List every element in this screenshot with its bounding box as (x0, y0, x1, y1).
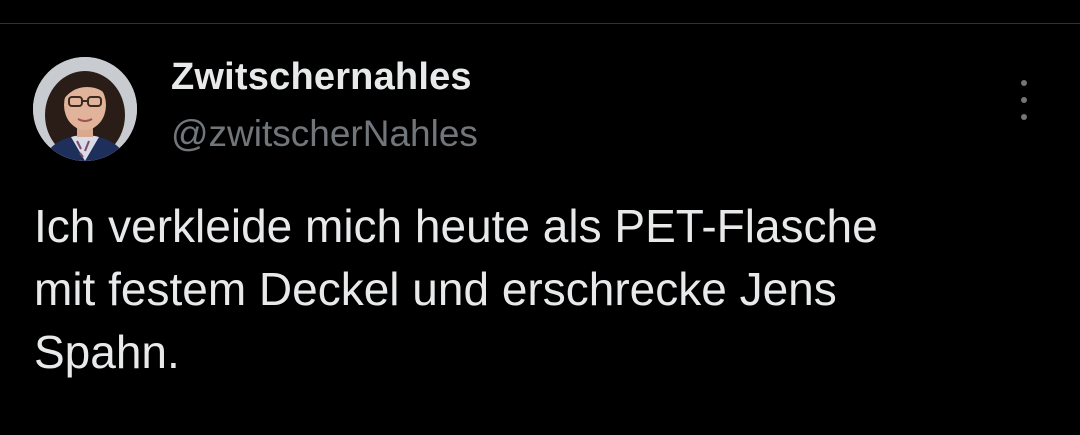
tweet-text: Ich verkleide mich heute als PET-Flasche… (34, 200, 878, 378)
user-handle[interactable]: @zwitscherNahles (171, 113, 478, 155)
avatar[interactable] (33, 57, 137, 161)
more-dot (1021, 80, 1027, 86)
more-dot (1021, 114, 1027, 120)
display-name[interactable]: Zwitschernahles (171, 56, 472, 99)
tweet-card[interactable]: Zwitschernahles @zwitscherNahles Ich ver… (0, 24, 1080, 435)
more-dot (1021, 97, 1027, 103)
more-vertical-icon[interactable] (1010, 80, 1038, 120)
